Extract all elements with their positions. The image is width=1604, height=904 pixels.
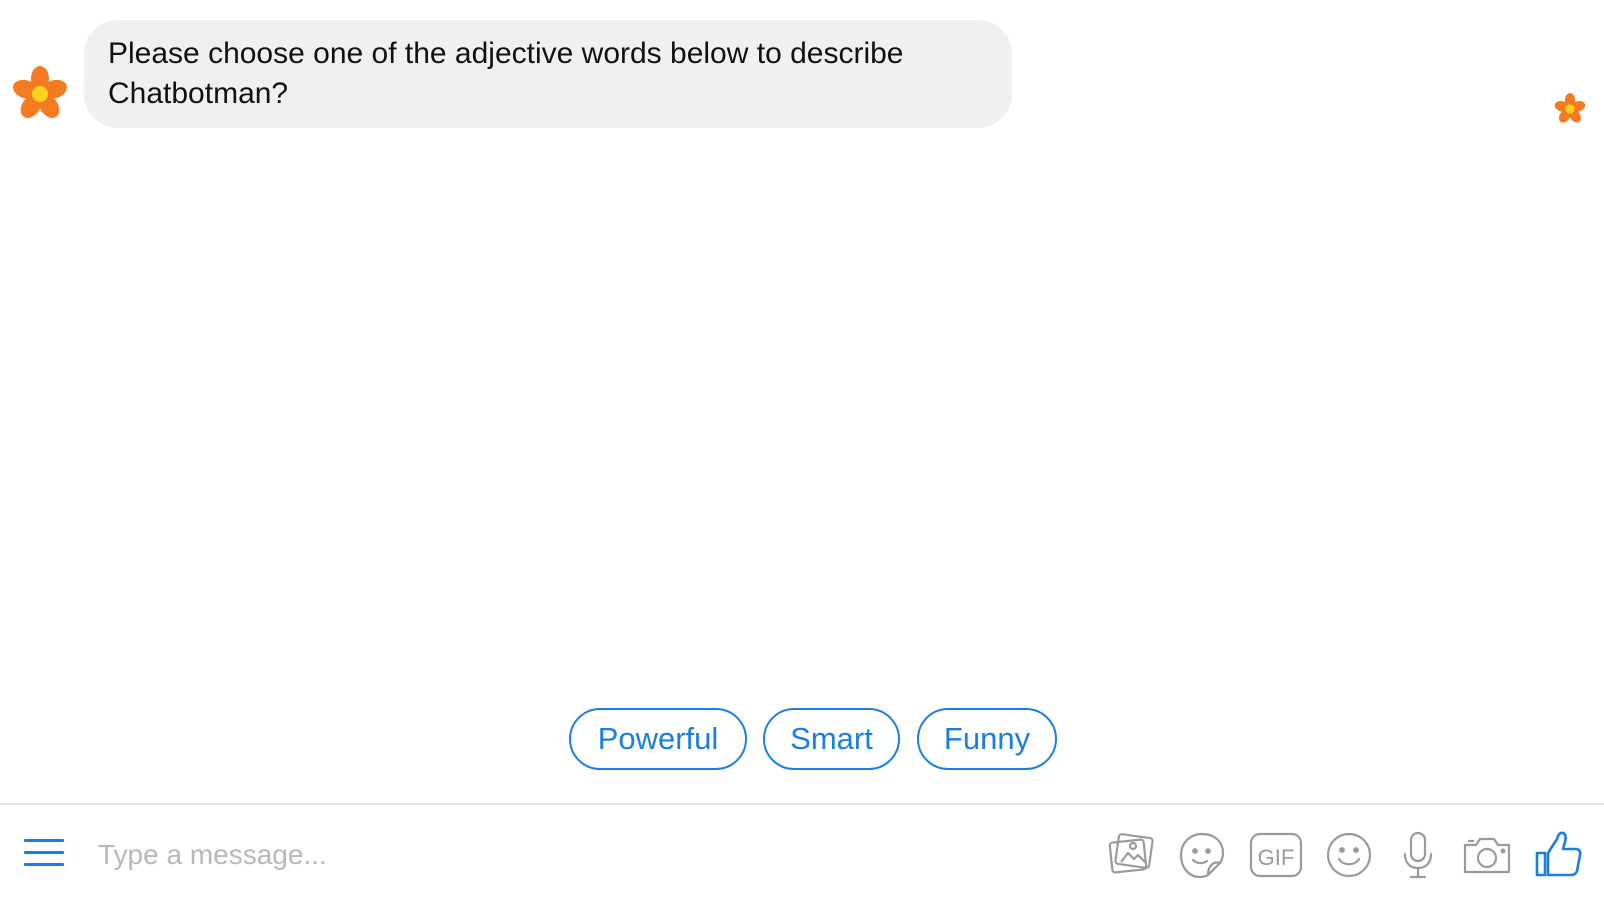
microphone-icon[interactable] (1390, 827, 1446, 883)
thumbs-up-icon[interactable] (1530, 827, 1586, 883)
gif-icon[interactable]: GIF (1248, 827, 1304, 883)
read-receipt-flower-icon (1554, 93, 1586, 123)
photo-icon[interactable] (1102, 827, 1158, 883)
gif-label: GIF (1258, 845, 1295, 870)
quick-reply-funny[interactable]: Funny (917, 708, 1057, 770)
quick-replies: Powerful Smart Funny (0, 708, 1604, 770)
bot-message-bubble: Please choose one of the adjective words… (84, 20, 1012, 128)
message-composer: GIF (0, 805, 1604, 904)
chat-area: Please choose one of the adjective words… (0, 0, 1604, 804)
bot-avatar-flower-icon[interactable] (10, 64, 70, 124)
camera-icon[interactable] (1459, 827, 1515, 883)
message-text-line-2: Chatbotman? (108, 77, 289, 110)
message-text-line-1: Please choose one of the adjective words… (108, 37, 904, 70)
message-input[interactable] (96, 829, 1000, 881)
sticker-icon[interactable] (1174, 827, 1230, 883)
quick-reply-smart[interactable]: Smart (763, 708, 900, 770)
hamburger-menu-icon[interactable] (24, 839, 64, 869)
quick-reply-powerful[interactable]: Powerful (569, 708, 747, 770)
emoji-icon[interactable] (1321, 827, 1377, 883)
